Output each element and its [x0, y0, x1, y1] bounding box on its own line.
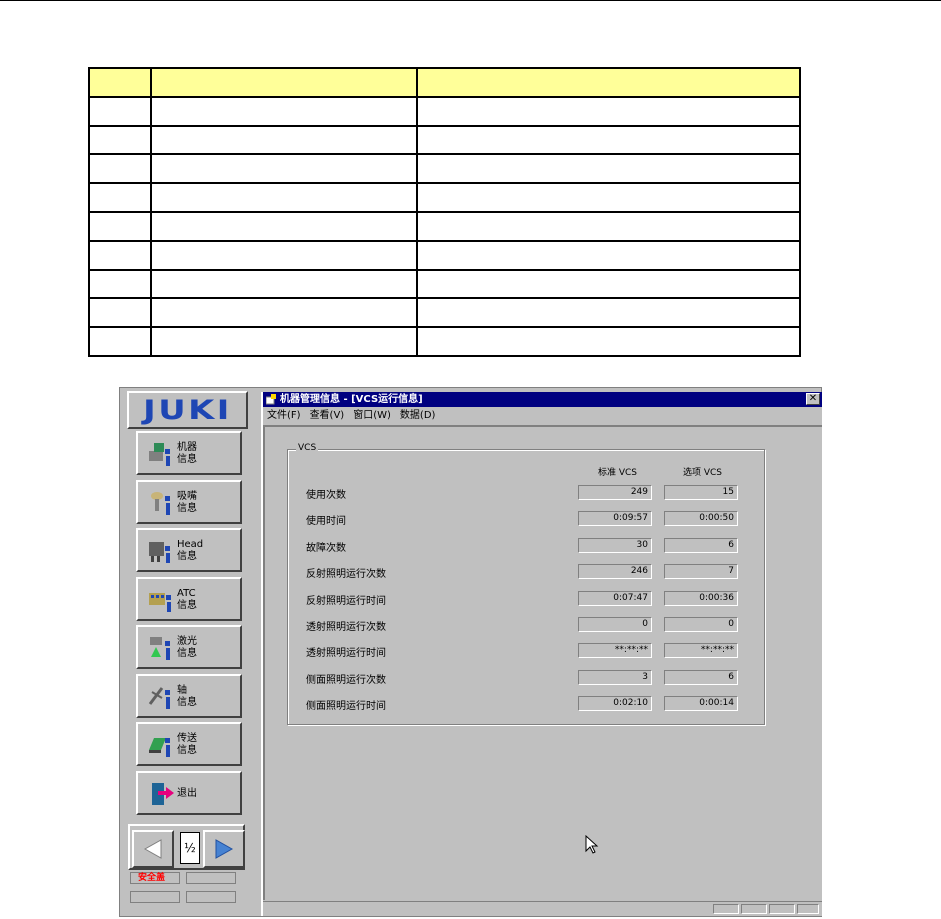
row-label: 故障次数	[306, 542, 346, 554]
row-label: 透射照明运行次数	[306, 622, 386, 633]
atc-info-icon	[148, 587, 174, 613]
vcs-group: VCS 标准 VCS 选项 VCS 使用次数 249 15 使用时间 0:09:57 0:…	[287, 443, 765, 725]
juki-app-screenshot: JUKI 机器 信息吸嘴 信息 Head 信息 ATC 信息 激光 信息轴 信息传送 …	[119, 387, 822, 917]
nav-button-label: Head 信息	[177, 539, 204, 562]
nav-button-label: 机器 信息	[177, 442, 197, 465]
atc-info-button[interactable]: ATC 信息	[136, 576, 242, 621]
standard-vcs-value: 0:02:10	[578, 696, 652, 712]
status-bar-panel	[797, 904, 819, 914]
row-label: 侧面照明运行次数	[306, 674, 386, 686]
window-title-bar: 机器管理信息 - [VCS运行信息] ✕	[263, 392, 822, 407]
nav-button-label: 退出	[177, 787, 197, 799]
standard-vcs-value: 3	[578, 669, 652, 685]
table-row	[88, 297, 801, 329]
conveyor-info-icon	[148, 732, 174, 758]
exit-button[interactable]: 退出	[136, 770, 242, 815]
conveyor-info-button[interactable]: 传送 信息	[136, 722, 242, 766]
group-label: VCS	[296, 443, 319, 453]
status-bar-panel	[769, 904, 795, 914]
vcs-info-window: 机器管理信息 - [VCS运行信息] ✕ 文件(F) 查看(V) 窗口(W) 数…	[261, 392, 822, 916]
head-info-button[interactable]: Head 信息	[136, 528, 242, 572]
option-vcs-value: 6	[664, 537, 738, 553]
next-page-button[interactable]	[203, 830, 245, 868]
nozzle-info-button[interactable]: 吸嘴 信息	[136, 479, 242, 524]
arrow-left-icon	[143, 839, 162, 859]
status-panel: 安全盖	[128, 872, 245, 916]
page-navigator: ½	[128, 824, 245, 870]
safety-cover-indicator: 安全盖	[130, 872, 180, 884]
window-title: 机器管理信息 - [VCS运行信息]	[280, 394, 423, 405]
machine-info-icon	[148, 441, 174, 467]
option-vcs-value: 0:00:36	[664, 590, 738, 606]
option-vcs-value: 0	[664, 617, 738, 632]
machine-info-button[interactable]: 机器 信息	[136, 431, 242, 475]
option-vcs-value: 0:00:50	[664, 511, 738, 527]
axis-info-icon	[148, 684, 174, 710]
nozzle-info-icon	[148, 490, 174, 516]
nav-button-label: 吸嘴 信息	[177, 490, 197, 514]
option-vcs-value: 15	[664, 485, 738, 500]
status-slot	[186, 872, 236, 884]
status-bar-panel	[713, 904, 739, 914]
menu-bar: 文件(F) 查看(V) 窗口(W) 数据(D)	[263, 408, 435, 424]
prev-page-button[interactable]	[132, 830, 174, 868]
table-row	[88, 239, 801, 271]
row-label: 使用次数	[306, 490, 346, 501]
table-header-row	[88, 67, 801, 98]
row-label: 反射照明运行次数	[306, 569, 386, 581]
nav-button-label: 传送 信息	[177, 733, 197, 756]
table-row	[88, 326, 801, 357]
axis-info-button[interactable]: 轴 信息	[136, 673, 242, 718]
left-nav-panel: JUKI 机器 信息吸嘴 信息 Head 信息 ATC 信息 激光 信息轴 信息传送 …	[120, 388, 253, 916]
table-row	[88, 268, 801, 300]
juki-logo: JUKI	[127, 391, 248, 429]
laser-info-icon	[148, 635, 174, 661]
arrow-right-icon	[215, 839, 234, 859]
table-row	[88, 124, 801, 156]
page-top-rule	[0, 0, 941, 1]
nav-button-label: ATC 信息	[177, 587, 197, 611]
head-info-icon	[148, 538, 174, 564]
row-label: 使用时间	[306, 516, 346, 528]
window-client-area: VCS 标准 VCS 选项 VCS 使用次数 249 15 使用时间 0:09:57 0:…	[263, 425, 822, 900]
menu-window[interactable]: 窗口(W)	[353, 408, 391, 424]
document-table	[88, 67, 801, 357]
menu-data[interactable]: 数据(D)	[400, 408, 436, 424]
table-row	[88, 182, 801, 213]
menu-view[interactable]: 查看(V)	[310, 408, 345, 424]
app-window-icon	[266, 394, 276, 405]
status-slot	[186, 891, 236, 903]
exit-icon	[148, 781, 174, 807]
option-vcs-value: 7	[664, 564, 738, 580]
status-bar-panel	[741, 904, 767, 914]
nav-button-label: 激光 信息	[177, 636, 197, 659]
standard-vcs-value: 0:07:47	[578, 590, 652, 606]
close-button[interactable]: ✕	[806, 393, 820, 405]
table-row	[88, 153, 801, 185]
standard-vcs-value: **:**:**	[578, 643, 652, 659]
option-vcs-value: 0:00:14	[664, 696, 738, 712]
laser-info-button[interactable]: 激光 信息	[136, 625, 242, 669]
option-vcs-value: 6	[664, 669, 738, 685]
col-header-option: 选项 VCS	[683, 468, 723, 478]
nav-button-label: 轴 信息	[177, 684, 197, 708]
status-slot	[130, 891, 180, 903]
col-header-standard: 标准 VCS	[598, 468, 638, 478]
standard-vcs-value: 246	[578, 564, 652, 580]
table-row	[88, 95, 801, 127]
mouse-cursor-icon	[585, 835, 599, 854]
table-row	[88, 210, 801, 242]
row-label: 侧面照明运行时间	[306, 701, 386, 713]
standard-vcs-value: 0	[578, 617, 652, 632]
row-label: 透射照明运行时间	[306, 648, 386, 660]
standard-vcs-value: 0:09:57	[578, 511, 652, 527]
menu-file[interactable]: 文件(F)	[267, 408, 301, 424]
page-indicator: ½	[180, 832, 200, 864]
standard-vcs-value: 30	[578, 537, 652, 553]
option-vcs-value: **:**:**	[664, 643, 738, 659]
row-label: 反射照明运行时间	[306, 595, 386, 607]
window-status-bar	[263, 901, 822, 916]
standard-vcs-value: 249	[578, 485, 652, 500]
